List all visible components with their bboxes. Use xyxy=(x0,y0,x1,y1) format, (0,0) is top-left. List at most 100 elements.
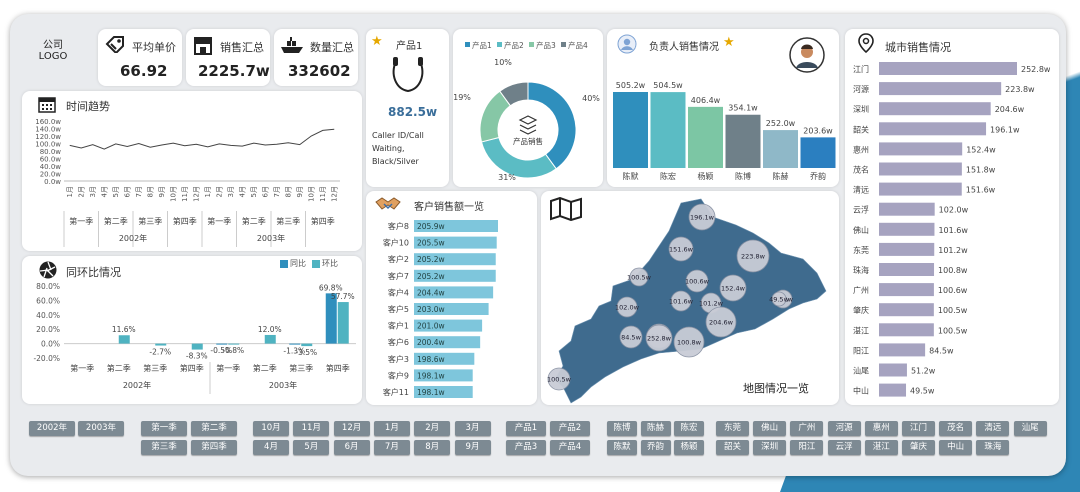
slicer-city[interactable]: 韶关 xyxy=(716,440,749,455)
customer-value-label: 205.2w xyxy=(417,255,445,264)
slicer-month[interactable]: 10月 xyxy=(253,421,289,436)
city-label: 茂名 xyxy=(853,165,869,175)
city-value-label: 100.5w xyxy=(938,306,968,315)
slicer-city[interactable]: 江门 xyxy=(902,421,935,436)
y-tick-label: -20.0% xyxy=(33,354,60,363)
slicer-quarter[interactable]: 第一季 xyxy=(141,421,187,436)
bar-category-label: 陈赫 xyxy=(773,171,789,181)
slicer-month[interactable]: 9月 xyxy=(454,440,491,455)
map-title: 地图情况一览 xyxy=(743,382,809,395)
x-tick-month: 2月 xyxy=(215,186,223,197)
city-label: 深圳 xyxy=(853,104,869,114)
guangdong-map[interactable]: 196.1w 151.6w 223.8w 100.5w 100.6w 152.4w 102.… xyxy=(541,191,839,405)
legend-label: 产品2 xyxy=(504,40,524,50)
legend-swatch-yoy xyxy=(280,260,288,268)
slicer-person[interactable]: 陈宏 xyxy=(674,421,704,436)
slicer-product[interactable]: 产品3 xyxy=(506,440,546,455)
slicer-month[interactable]: 7月 xyxy=(373,440,410,455)
slicer-city[interactable]: 惠州 xyxy=(864,421,898,436)
slicer-city[interactable]: 广州 xyxy=(790,421,824,436)
map-bubble-label: 151.6w xyxy=(669,246,694,254)
yoy-bar-chart: 80.0% 60.0% 40.0% 20.0% 0.0% -20.0% 11.6% -2.7%… xyxy=(33,282,356,394)
kpi-card-sales-total: 销售汇总 2225.7w xyxy=(186,29,270,86)
x-quarter-label: 第四季 xyxy=(311,216,335,226)
slicer-city[interactable]: 肇庆 xyxy=(902,440,935,455)
map-bubble-label: 204.6w xyxy=(709,319,734,327)
slicer-city[interactable]: 云浮 xyxy=(827,440,861,455)
slice-label: 19% xyxy=(453,93,471,102)
map-card: 196.1w 151.6w 223.8w 100.5w 100.6w 152.4w 102.… xyxy=(541,191,839,405)
kpi-label: 销售汇总 xyxy=(220,41,264,54)
slicer-product[interactable]: 产品1 xyxy=(506,421,546,436)
slicer-person[interactable]: 陈博 xyxy=(607,421,637,436)
slicer-person[interactable]: 乔韵 xyxy=(640,440,671,455)
city-label: 湛江 xyxy=(853,326,869,335)
map-bubble-label: 84.5w xyxy=(621,334,641,342)
customer-value-label: 205.9w xyxy=(417,222,445,231)
city-bar xyxy=(879,122,987,136)
slicer-month[interactable]: 12月 xyxy=(333,421,370,436)
city-value-label: 102.0w xyxy=(939,206,969,215)
city-value-label: 204.6w xyxy=(995,105,1025,114)
city-bar xyxy=(879,383,907,397)
slicer-city[interactable]: 汕尾 xyxy=(1013,421,1047,436)
x-quarter-label: 第四季 xyxy=(326,363,350,373)
slicer-month[interactable]: 1月 xyxy=(373,421,410,436)
customer-value-label: 200.4w xyxy=(417,338,445,347)
slicer-month[interactable]: 4月 xyxy=(253,440,289,455)
x-tick-month: 4月 xyxy=(100,186,108,197)
ship-icon xyxy=(281,37,303,53)
slicer-quarter[interactable]: 第二季 xyxy=(191,421,237,436)
slicer-product[interactable]: 产品4 xyxy=(550,440,590,455)
slicer-month[interactable]: 3月 xyxy=(454,421,491,436)
x-quarter-label: 第二季 xyxy=(107,363,131,373)
bar-value-label: 57.7% xyxy=(331,292,355,301)
manager-bar xyxy=(800,137,836,168)
slicer-month[interactable]: 5月 xyxy=(293,440,330,455)
x-tick-month: 5月 xyxy=(250,186,258,197)
manager-title: 负责人销售情况 xyxy=(649,42,719,53)
slicer-city[interactable]: 河源 xyxy=(827,421,861,436)
slicer-person[interactable]: 陈赫 xyxy=(640,421,671,436)
slicer-city[interactable]: 东莞 xyxy=(716,421,749,436)
x-tick-month: 2月 xyxy=(77,186,85,197)
customer-label: 客户9 xyxy=(388,370,409,380)
kpi-card-avg-price: 平均单价 66.92 xyxy=(98,29,182,86)
city-bar xyxy=(879,242,935,256)
map-bubble-label: 49.5w xyxy=(769,296,789,304)
customer-label: 客户10 xyxy=(383,238,409,248)
city-value-label: 151.8w xyxy=(966,166,996,175)
slicer-city[interactable]: 中山 xyxy=(939,440,973,455)
slicer-month[interactable]: 11月 xyxy=(293,421,330,436)
slicer-city[interactable]: 清远 xyxy=(976,421,1010,436)
customer-label: 客户8 xyxy=(388,221,409,231)
x-tick-month: 12月 xyxy=(330,186,338,202)
x-tick-month: 10月 xyxy=(169,186,177,202)
slicer-quarter[interactable]: 第三季 xyxy=(141,440,187,455)
slicer-month[interactable]: 2月 xyxy=(414,421,451,436)
slicer-quarter[interactable]: 第四季 xyxy=(191,440,237,455)
city-value-label: 223.8w xyxy=(1005,85,1035,94)
store-icon xyxy=(194,37,212,55)
legend-label: 产品1 xyxy=(472,40,492,50)
city-label: 云浮 xyxy=(853,205,869,215)
slicer-person[interactable]: 陈默 xyxy=(607,440,637,455)
slicer-year[interactable]: 2003年 xyxy=(78,421,124,436)
slicer-city[interactable]: 深圳 xyxy=(753,440,787,455)
slicer-month[interactable]: 8月 xyxy=(414,440,451,455)
slicer-city[interactable]: 佛山 xyxy=(753,421,787,436)
slice-label: 40% xyxy=(582,94,600,103)
slicer-city[interactable]: 茂名 xyxy=(939,421,973,436)
slicer-month[interactable]: 6月 xyxy=(333,440,370,455)
slicer-product[interactable]: 产品2 xyxy=(550,421,590,436)
slicer-person[interactable]: 杨颖 xyxy=(674,440,704,455)
slicer-city[interactable]: 阳江 xyxy=(790,440,824,455)
trend-line xyxy=(69,128,335,150)
x-tick-month: 11月 xyxy=(319,186,327,202)
kpi-value: 66.92 xyxy=(120,62,168,80)
slicer-year[interactable]: 2002年 xyxy=(29,421,75,436)
city-value-label: 252.8w xyxy=(1021,65,1051,74)
slicer-city[interactable]: 湛江 xyxy=(864,440,898,455)
trend-line-chart: 160.0w140.0w120.0w100.0w80.0w60.0w40.0w2… xyxy=(35,118,340,247)
slicer-city[interactable]: 珠海 xyxy=(976,440,1010,455)
